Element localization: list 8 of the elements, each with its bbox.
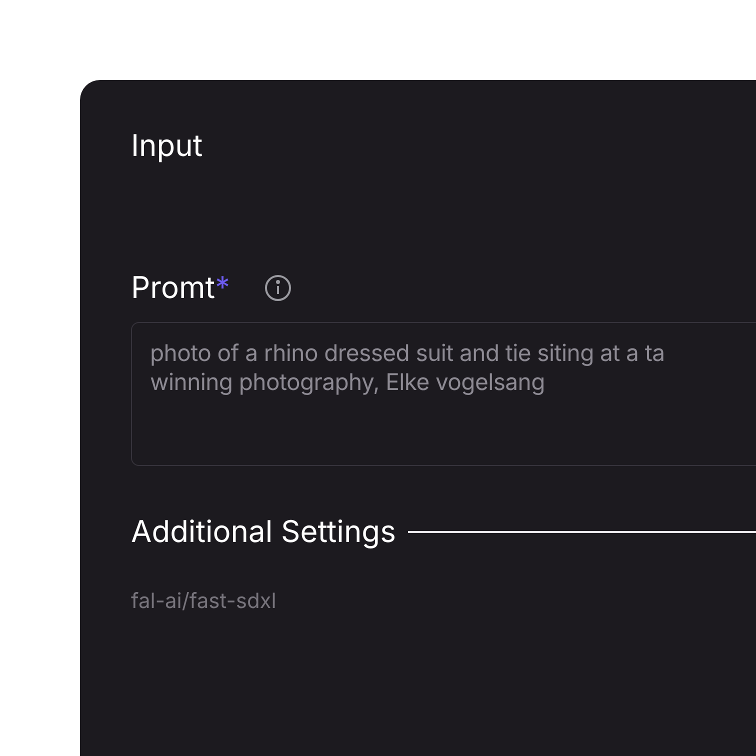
section-title: Additional Settings bbox=[131, 513, 396, 552]
panel-title: Input bbox=[131, 127, 204, 166]
prompt-text: winning photography, Elke vogelsang bbox=[150, 368, 546, 397]
model-name: fal-ai/fast-sdxl bbox=[131, 588, 278, 616]
info-icon[interactable] bbox=[264, 274, 292, 302]
prompt-text: photo of a rhino dressed suit and tie siting at a ta bbox=[150, 339, 666, 368]
prompt-label: Promt* bbox=[131, 269, 230, 308]
prompt-field[interactable]: photo of a rhino dressed suit and tie siting at a ta winning photography, Elke vogelsang bbox=[131, 322, 756, 466]
